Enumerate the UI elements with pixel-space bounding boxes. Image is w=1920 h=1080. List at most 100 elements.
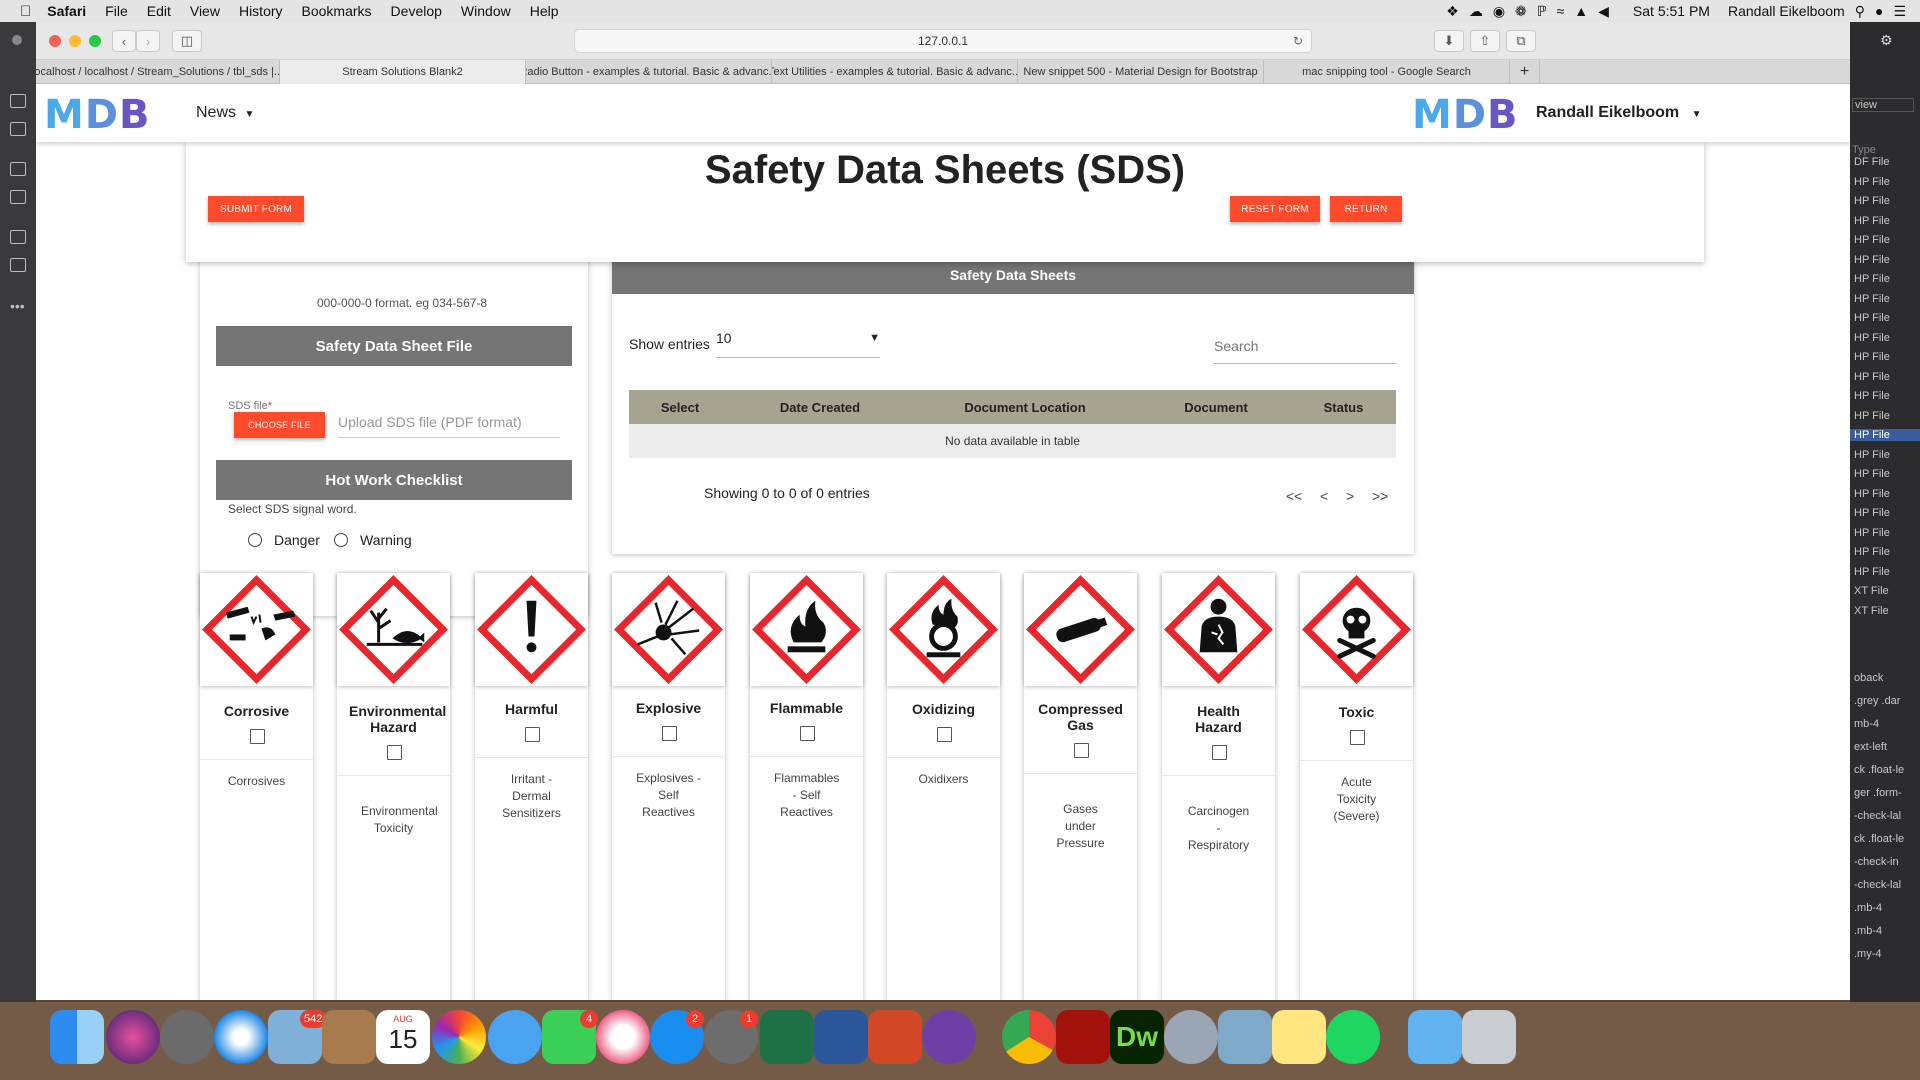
col-document-location[interactable]: Document Location [909, 390, 1141, 424]
radio-danger[interactable]: Danger [248, 532, 320, 548]
reset-form-button[interactable]: RESET FORM [1230, 196, 1320, 222]
panel-file-item[interactable]: HP File [1850, 254, 1890, 266]
browser-tab[interactable]: localhost / localhost / Stream_Solutions… [36, 60, 280, 84]
calendar-icon[interactable]: AUG 15 [376, 1010, 430, 1064]
sys-settings-icon[interactable] [1164, 1010, 1218, 1064]
trash-icon[interactable] [1462, 1010, 1516, 1064]
panel-settings-icon[interactable]: ⚙ [1880, 32, 1893, 49]
submit-form-button[interactable]: SUBMIT FORM [208, 196, 304, 222]
menubar-user[interactable]: Randall Eikelboom [1728, 3, 1845, 19]
panel-class-item[interactable]: ger .form- [1850, 787, 1902, 799]
pager-first[interactable]: << [1286, 488, 1302, 504]
sidebar-toggle-button[interactable]: ◫ [172, 30, 202, 52]
entries-select[interactable]: 10 ▼ [716, 330, 880, 358]
hazard-checkbox[interactable] [1350, 730, 1365, 745]
document-icon[interactable] [10, 94, 26, 108]
hazard-checkbox[interactable] [1212, 745, 1227, 760]
airplay-icon[interactable]: ▲ [1574, 3, 1588, 19]
user-dropdown[interactable]: Randall Eikelboom ▼ [1536, 104, 1702, 122]
menu-bookmarks[interactable]: Bookmarks [302, 3, 372, 19]
pager-prev[interactable]: < [1320, 488, 1328, 504]
panel-file-item[interactable]: HP File [1850, 527, 1890, 539]
folder-icon[interactable] [1408, 1010, 1462, 1064]
minimize-window-button[interactable] [69, 35, 81, 47]
panel-file-item[interactable]: HP File [1850, 410, 1890, 422]
panel-class-item[interactable]: oback [1850, 672, 1883, 684]
panel-class-item[interactable]: ext-left [1850, 741, 1887, 753]
panel-file-item[interactable]: HP File [1850, 234, 1890, 246]
radio-warning[interactable]: Warning [334, 532, 412, 548]
browser-tab[interactable]: Text Utilities - examples & tutorial. Ba… [772, 60, 1018, 84]
apple-icon[interactable]:  [20, 3, 31, 20]
dropbox-icon[interactable]: ❖ [1446, 3, 1459, 20]
brush-icon[interactable] [10, 190, 26, 204]
panel-file-item[interactable]: HP File [1850, 371, 1890, 383]
panel-file-item[interactable]: HP File [1850, 332, 1890, 344]
siri-icon[interactable]: ● [1875, 3, 1883, 19]
panel-file-item[interactable]: HP File [1850, 488, 1890, 500]
panel-file-item[interactable]: DF File [1850, 156, 1889, 168]
upload-sds-input[interactable]: Upload SDS file (PDF format) [338, 410, 560, 438]
pager-next[interactable]: > [1346, 488, 1354, 504]
wifi-icon[interactable]: ≈ [1557, 3, 1565, 19]
notes-icon[interactable] [1272, 1010, 1326, 1064]
menu-help[interactable]: Help [530, 3, 559, 19]
menu-history[interactable]: History [239, 3, 283, 19]
hazard-checkbox[interactable] [1074, 743, 1089, 758]
radio-circle-danger[interactable] [248, 533, 262, 547]
reload-icon[interactable]: ↻ [1293, 34, 1303, 48]
notes-book-icon[interactable] [322, 1010, 376, 1064]
col-status[interactable]: Status [1291, 390, 1396, 424]
choose-file-button[interactable]: CHOOSE FILE [234, 412, 325, 438]
col-date-created[interactable]: Date Created [731, 390, 909, 424]
panel-file-item[interactable]: HP File [1850, 195, 1890, 207]
panel-file-item[interactable]: HP File [1850, 312, 1890, 324]
panel-file-item[interactable]: HP File [1850, 507, 1890, 519]
spotlight-icon[interactable]: ⚲ [1855, 3, 1865, 20]
menu-safari[interactable]: Safari [47, 3, 86, 19]
panel-view-select[interactable]: view [1852, 98, 1914, 112]
dreamweaver-icon[interactable]: Dw [1110, 1010, 1164, 1064]
hazard-checkbox[interactable] [250, 729, 265, 744]
volume-icon[interactable]: ◀ [1598, 3, 1609, 20]
panel-class-item[interactable]: ck .float-le [1850, 833, 1904, 845]
notification-center-icon[interactable]: ☰ [1893, 3, 1906, 20]
address-bar[interactable]: 127.0.0.1 ↻ [574, 29, 1312, 53]
word-icon[interactable] [814, 1010, 868, 1064]
menu-window[interactable]: Window [461, 3, 511, 19]
panel-file-item[interactable]: HP File [1850, 449, 1890, 461]
return-button[interactable]: RETURN [1330, 196, 1402, 222]
menu-file[interactable]: File [105, 3, 128, 19]
hazard-checkbox[interactable] [800, 726, 815, 741]
table-search-input[interactable]: Search [1214, 338, 1396, 364]
finder-icon[interactable] [50, 1010, 104, 1064]
news-dropdown[interactable]: News ▼ [196, 104, 254, 122]
panel-class-item[interactable]: ck .float-le [1850, 764, 1904, 776]
comment-icon[interactable] [10, 230, 26, 244]
panel-file-item[interactable]: HP File [1850, 468, 1890, 480]
panel-file-item[interactable]: HP File [1850, 390, 1890, 402]
tabs-overview-button[interactable]: ⧉ [1506, 30, 1536, 52]
col-document[interactable]: Document [1141, 390, 1291, 424]
browser-tab[interactable]: New snippet 500 - Material Design for Bo… [1018, 60, 1264, 84]
pager-last[interactable]: >> [1372, 488, 1388, 504]
back-button[interactable]: ‹ [112, 30, 136, 52]
radio-circle-warning[interactable] [334, 533, 348, 547]
bluetooth-icon[interactable]: ℙ [1537, 3, 1547, 20]
browser-tab[interactable]: mac snipping tool - Google Search [1264, 60, 1510, 84]
hazard-checkbox[interactable] [387, 745, 402, 760]
hazard-checkbox[interactable] [525, 727, 540, 742]
cloud-icon[interactable]: ☁ [1469, 3, 1483, 20]
menubar-clock[interactable]: Sat 5:51 PM [1633, 3, 1710, 19]
forward-button[interactable]: › [136, 30, 160, 52]
safari-icon[interactable] [214, 1010, 268, 1064]
branch-icon[interactable] [10, 162, 26, 176]
panel-class-item[interactable]: .grey .dar [1850, 695, 1900, 707]
panel-file-item[interactable]: XT File [1850, 585, 1889, 597]
panel-class-item[interactable]: .my-4 [1850, 948, 1882, 960]
menu-view[interactable]: View [190, 3, 220, 19]
panel-file-item[interactable]: HP File [1850, 566, 1890, 578]
panel-file-item[interactable]: XT File [1850, 605, 1889, 617]
launchpad-icon[interactable] [160, 1010, 214, 1064]
panel-file-item[interactable]: HP File [1850, 546, 1890, 558]
